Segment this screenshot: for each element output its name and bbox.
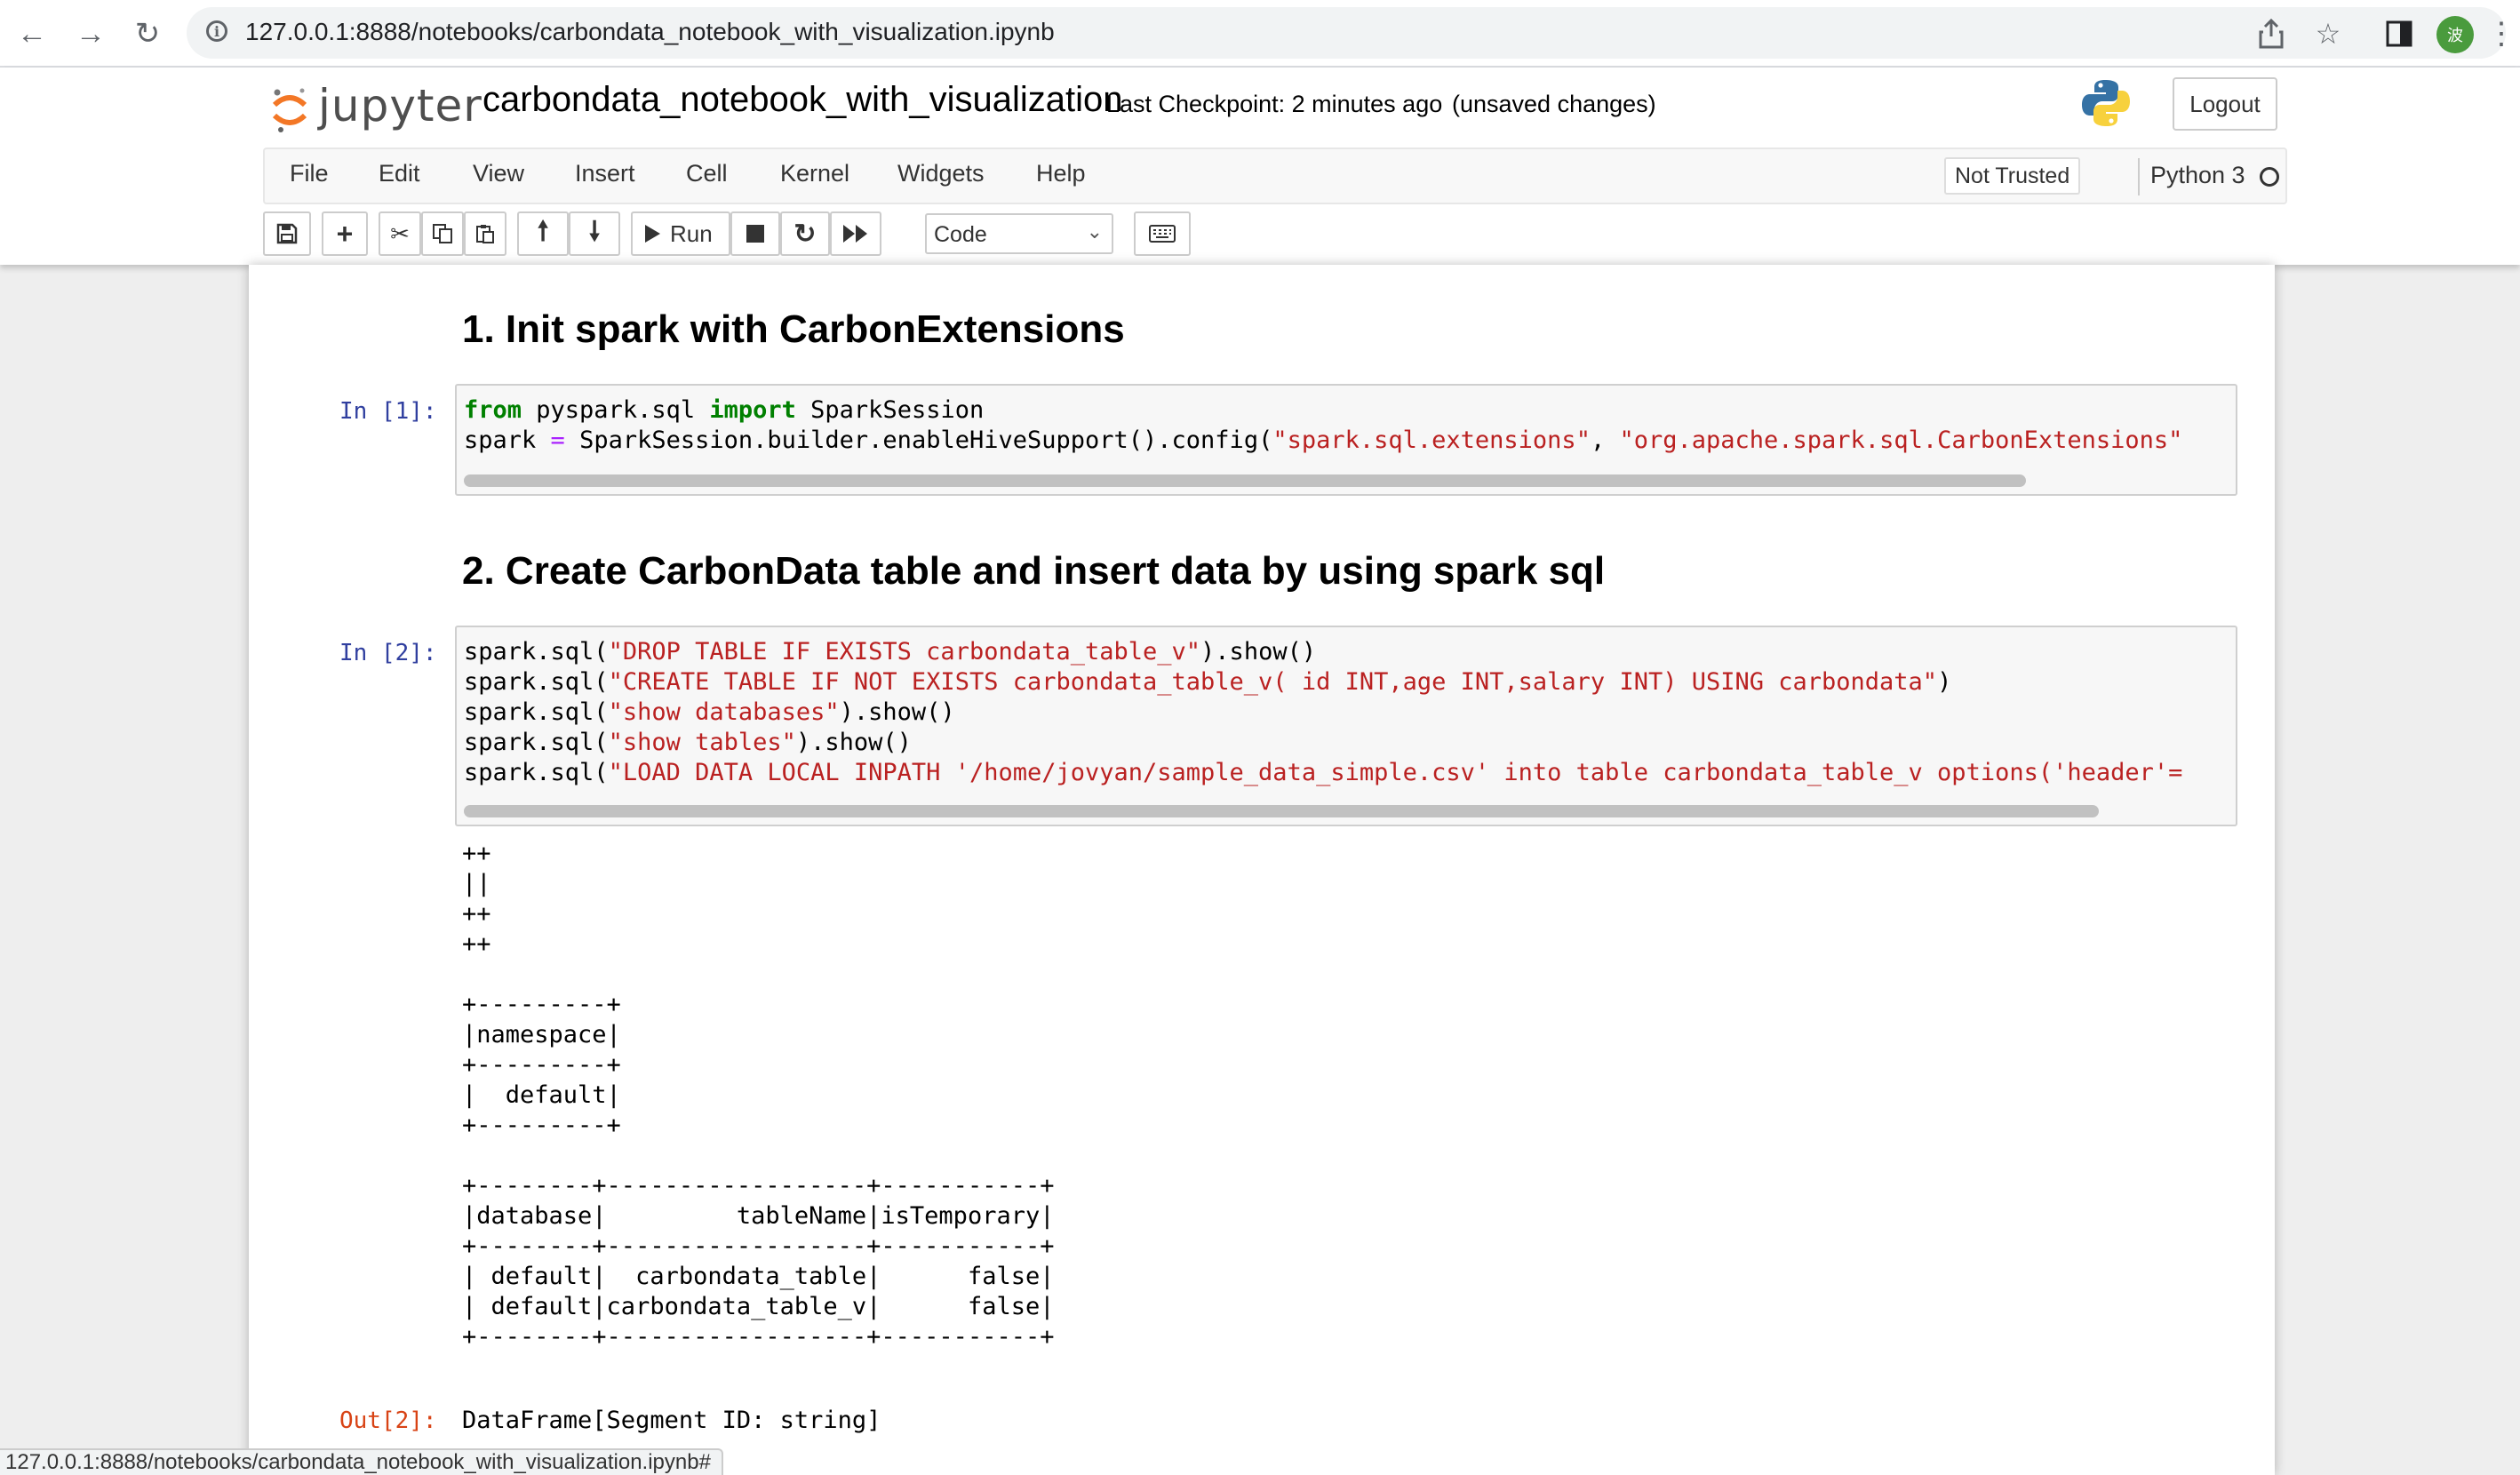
- keyboard-icon: [1149, 225, 1176, 243]
- cell-type-select[interactable]: Code ⌄: [925, 213, 1113, 254]
- paste-button[interactable]: [464, 211, 506, 256]
- run-button[interactable]: Run: [631, 211, 730, 256]
- code-line: spark.sql("show tables").show(): [464, 729, 912, 756]
- not-trusted-badge[interactable]: Not Trusted: [1944, 157, 2081, 195]
- kernel-name[interactable]: Python 3: [2150, 162, 2245, 189]
- code-line: spark = SparkSession.builder.enableHiveS…: [464, 427, 2183, 454]
- jupyter-logo-text: jupyter: [318, 80, 482, 132]
- plus-icon: +: [336, 217, 354, 250]
- menu-widgets[interactable]: Widgets: [897, 160, 985, 187]
- jupyter-header: jupyter carbondata_notebook_with_visuali…: [0, 68, 2520, 265]
- cell-2-stdout: ++ || ++ ++ +---------+ |namespace| +---…: [462, 840, 1055, 1351]
- notebook-title[interactable]: carbondata_notebook_with_visualization: [482, 80, 1123, 120]
- cell-1-prompt: In [1]:: [339, 398, 437, 425]
- profile-avatar[interactable]: 波: [2436, 16, 2474, 53]
- save-button[interactable]: [263, 211, 311, 256]
- restart-icon: ↻: [793, 219, 817, 249]
- kernel-separator: [2138, 158, 2140, 195]
- menu-bar: File Edit View Insert Cell Kernel Widget…: [263, 148, 2287, 204]
- unsaved-changes-label: (unsaved changes): [1452, 91, 1656, 117]
- site-info-icon[interactable]: i: [206, 20, 227, 42]
- url-text[interactable]: 127.0.0.1:8888/notebooks/carbondata_note…: [245, 18, 1055, 46]
- cell-2-result: DataFrame[Segment ID: string]: [462, 1407, 881, 1434]
- copy-icon: [433, 224, 452, 243]
- notebook-container: 1. Init spark with CarbonExtensions In […: [249, 265, 2275, 1475]
- save-icon: [276, 223, 298, 244]
- run-label: Run: [670, 219, 713, 247]
- move-up-button[interactable]: 🠕: [517, 211, 569, 256]
- python-logo-icon: [2082, 80, 2130, 126]
- notebook-toolbar: + ✂ 🠕 🠗 Run ↻ Code ⌄: [263, 211, 2287, 261]
- copy-button[interactable]: [421, 211, 464, 256]
- code-cell-1[interactable]: from pyspark.sql import SparkSession spa…: [455, 384, 2237, 496]
- command-palette-button[interactable]: [1134, 211, 1191, 256]
- jupyter-logo[interactable]: jupyter: [267, 76, 482, 148]
- scissors-icon: ✂: [390, 219, 410, 247]
- menu-file[interactable]: File: [290, 160, 329, 187]
- menu-edit[interactable]: Edit: [379, 160, 420, 187]
- section-heading-2[interactable]: 2. Create CarbonData table and insert da…: [462, 549, 1605, 594]
- bookmark-star-icon[interactable]: ☆: [2310, 16, 2346, 52]
- browser-menu-icon[interactable]: ⋮: [2486, 12, 2516, 55]
- horizontal-scrollbar[interactable]: [464, 805, 2099, 817]
- section-heading-1[interactable]: 1. Init spark with CarbonExtensions: [462, 307, 1125, 352]
- paste-icon: [476, 225, 494, 243]
- back-arrow-icon[interactable]: ←: [11, 12, 53, 55]
- code-line: spark.sql("CREATE TABLE IF NOT EXISTS ca…: [464, 668, 1952, 696]
- side-panel-icon[interactable]: [2381, 16, 2417, 52]
- jupyter-logo-icon: [272, 88, 307, 132]
- code-line: spark.sql("DROP TABLE IF EXISTS carbonda…: [464, 638, 1317, 666]
- menu-view[interactable]: View: [473, 160, 524, 187]
- arrow-down-icon: 🠗: [588, 216, 601, 246]
- chevron-down-icon: ⌄: [1086, 220, 1103, 243]
- forward-arrow-icon[interactable]: →: [69, 12, 112, 55]
- horizontal-scrollbar[interactable]: [464, 474, 2026, 487]
- restart-run-all-button[interactable]: [830, 211, 881, 256]
- play-icon: [645, 225, 660, 243]
- code-cell-2[interactable]: spark.sql("DROP TABLE IF EXISTS carbonda…: [455, 626, 2237, 826]
- interrupt-button[interactable]: [730, 211, 780, 256]
- menu-help[interactable]: Help: [1036, 160, 1086, 187]
- arrow-up-icon: 🠕: [537, 216, 549, 246]
- menu-cell[interactable]: Cell: [686, 160, 728, 187]
- cell-2-prompt: In [2]:: [339, 640, 437, 666]
- restart-kernel-button[interactable]: ↻: [780, 211, 830, 256]
- reload-icon[interactable]: ↻: [126, 12, 169, 55]
- cut-button[interactable]: ✂: [379, 211, 421, 256]
- cell-2-out-prompt: Out[2]:: [339, 1407, 437, 1434]
- code-line: from pyspark.sql import SparkSession: [464, 396, 985, 424]
- checkpoint-status: Last Checkpoint: 2 minutes ago: [1106, 91, 1443, 117]
- code-line: spark.sql("LOAD DATA LOCAL INPATH '/home…: [464, 759, 2183, 786]
- browser-toolbar: ← → ↻ i 127.0.0.1:8888/notebooks/carbond…: [0, 0, 2520, 68]
- menu-insert[interactable]: Insert: [575, 160, 635, 187]
- logout-button[interactable]: Logout: [2173, 77, 2277, 131]
- kernel-idle-indicator-icon: [2260, 167, 2279, 187]
- move-down-button[interactable]: 🠗: [569, 211, 620, 256]
- link-status-bubble: 127.0.0.1:8888/notebooks/carbondata_note…: [0, 1448, 723, 1475]
- share-icon[interactable]: [2253, 16, 2289, 52]
- address-bar[interactable]: i 127.0.0.1:8888/notebooks/carbondata_no…: [187, 7, 2506, 59]
- cell-type-value: Code: [934, 222, 987, 247]
- menu-kernel[interactable]: Kernel: [780, 160, 849, 187]
- code-line: spark.sql("show databases").show(): [464, 698, 955, 726]
- fast-forward-icon: [843, 225, 867, 243]
- stop-icon: [746, 225, 764, 243]
- insert-cell-button[interactable]: +: [322, 211, 368, 256]
